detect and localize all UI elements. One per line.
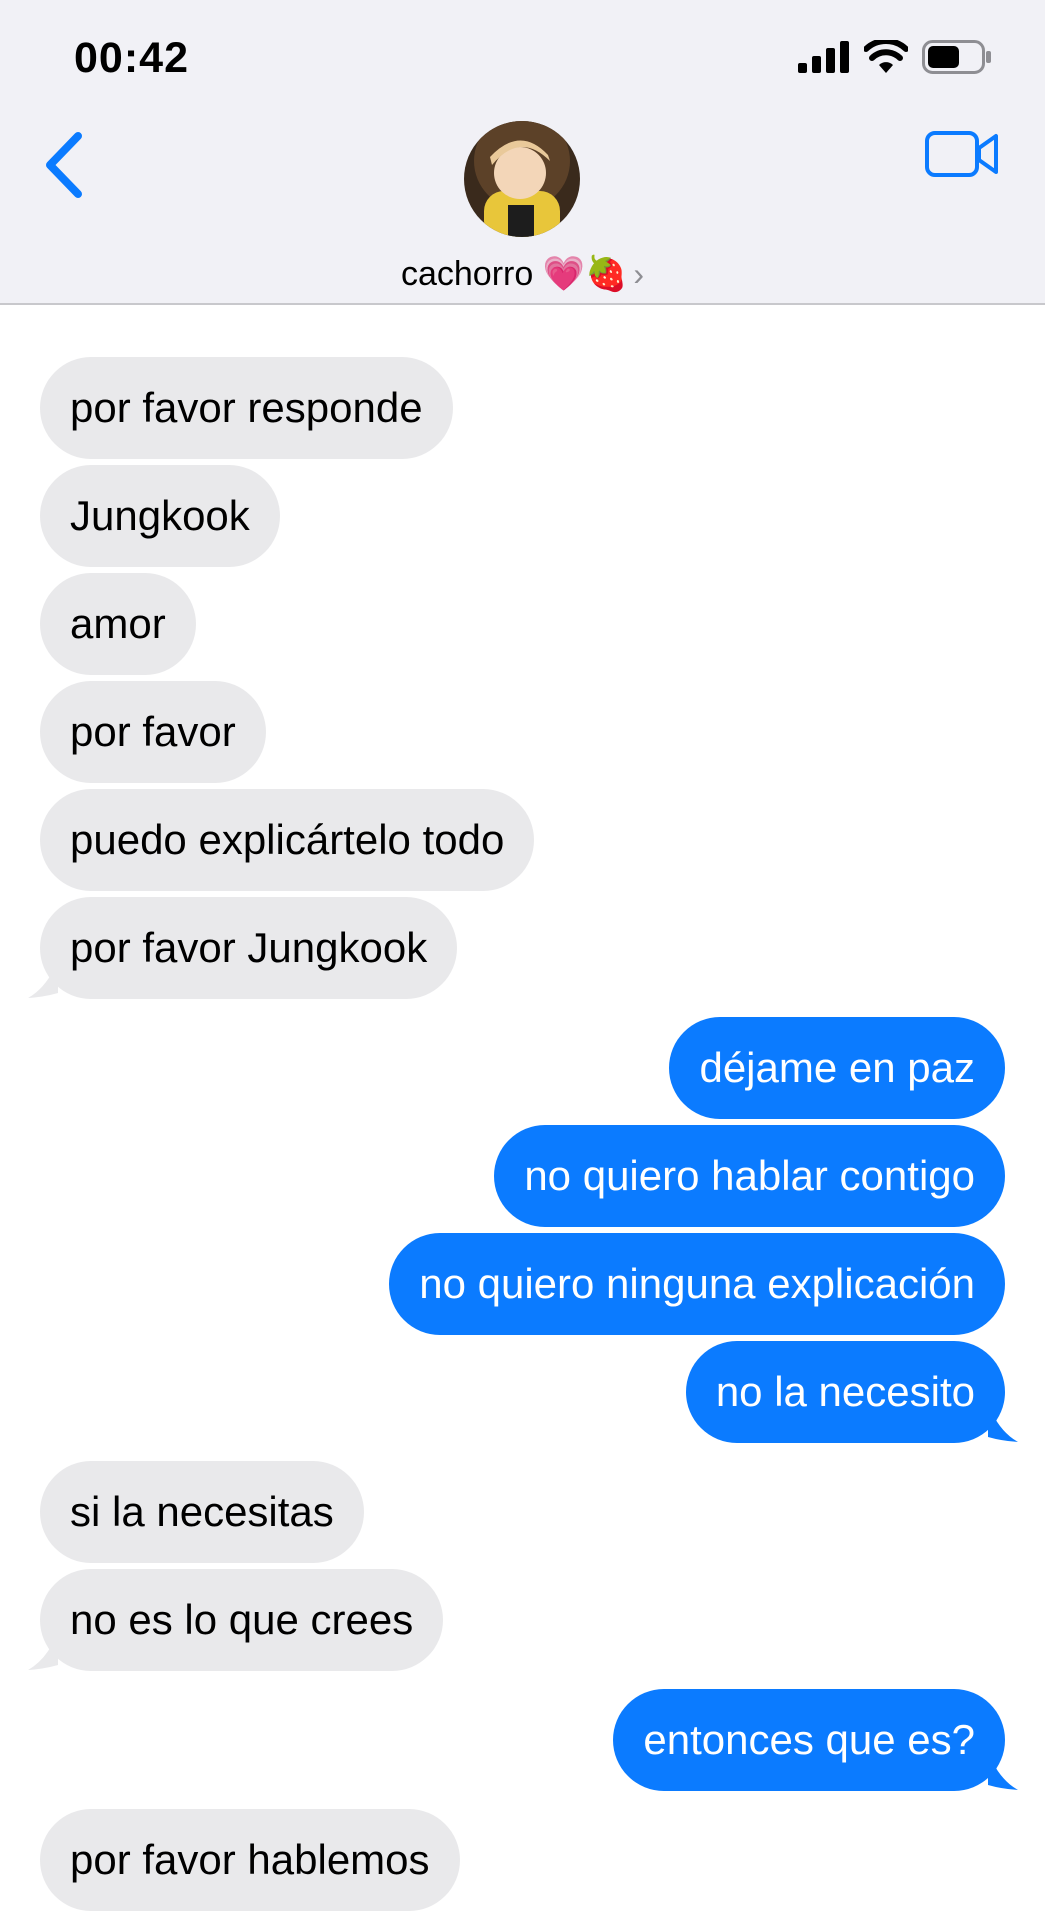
contact-name: cachorro 💗🍓 [400,255,628,293]
facetime-video-button[interactable] [924,128,1000,180]
message-thread[interactable]: por favor responde Jungkook amor por favor p… [0,305,1045,1920]
incoming-message-bubble[interactable]: si la necesitas [40,1461,364,1563]
chevron-left-icon [46,132,82,198]
outgoing-message-bubble[interactable]: no la necesito [685,1341,1005,1443]
incoming-message-bubble[interactable]: por favor Jungkook [40,897,458,999]
chevron-right-icon: › [633,256,645,292]
status-time: 00:42 [74,34,189,82]
battery-icon [922,40,991,74]
incoming-message-bubble[interactable]: por favor hablemos [40,1809,460,1911]
bubble-tail [28,1641,58,1670]
bubble-tail [988,1761,1018,1790]
outgoing-message-bubble[interactable]: no quiero hablar contigo [494,1125,1005,1227]
outgoing-message-bubble[interactable]: no quiero ninguna explicación [389,1233,1005,1335]
status-icons [798,40,992,74]
incoming-message-bubble[interactable]: no es lo que crees [40,1569,444,1671]
incoming-message-bubble[interactable]: por favor [40,681,266,783]
wifi-icon [864,40,908,73]
incoming-message-bubble[interactable]: amor [40,573,196,675]
outgoing-message-bubble[interactable]: déjame en paz [669,1017,1005,1119]
incoming-message-bubble[interactable]: Jungkook [40,465,280,567]
bubble-tail [988,1413,1018,1442]
avatar-photo [464,121,580,237]
conversation-header: 00:42 cachorro 💗🍓 › [0,0,1045,305]
outgoing-message-bubble[interactable]: entonces que es? [613,1689,1005,1791]
cellular-signal-icon [798,41,849,73]
video-camera-icon [925,131,998,177]
incoming-message-bubble[interactable]: por favor responde [40,357,453,459]
back-button[interactable] [40,126,92,204]
contact-avatar[interactable] [464,121,580,237]
incoming-message-bubble[interactable]: puedo explicártelo todo [40,789,535,891]
bubble-tail [28,969,58,998]
contact-name-button[interactable]: cachorro 💗🍓 › [0,254,1045,294]
